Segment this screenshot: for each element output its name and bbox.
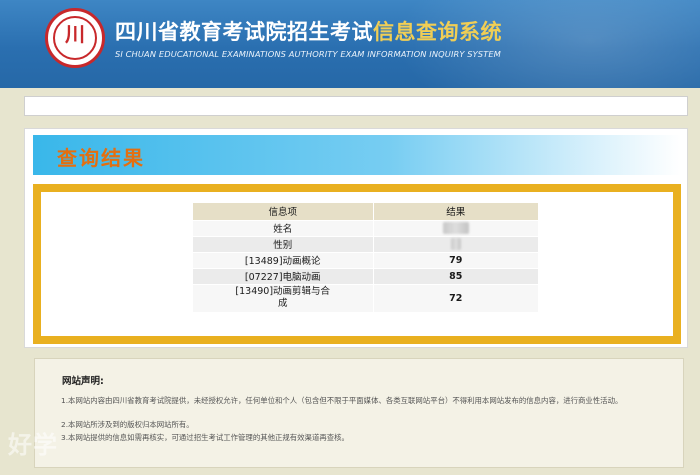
site-title: 四川省教育考试院招生考试信息查询系统: [115, 16, 502, 46]
row-item-course: [07227]电脑动画: [193, 268, 374, 285]
site-disclaimer: 网站声明: 1.本网站内容由四川省教育考试院提供，未经授权允许，任何单位和个人（…: [34, 358, 684, 468]
redacted-gender: [450, 238, 461, 250]
table-row: 性别: [193, 236, 539, 253]
logo-glyph: 川: [65, 22, 85, 46]
table-header-row: 信息项 结果: [193, 203, 539, 221]
site-title-main: 四川省教育考试院招生考试: [115, 20, 373, 44]
disclaimer-title: 网站声明:: [62, 376, 104, 387]
site-title-highlight: 信息查询系统: [373, 20, 502, 44]
table-row: [13490]动画剪辑与合成 72: [193, 284, 539, 313]
disclaimer-line-3: 3.本网站提供的信息如需再核实，可通过招生考试工作管理的其他正规有效渠道再查核。: [61, 433, 349, 442]
row-value-name: [373, 220, 539, 237]
result-title: 查询结果: [57, 146, 145, 170]
redacted-name: [442, 222, 469, 234]
watermark: 好学: [8, 431, 58, 459]
result-card: 查询结果 信息项 结果 姓名 性别 [13489]动画概论 79 [07227]…: [24, 128, 688, 348]
result-table: 信息项 结果 姓名 性别 [13489]动画概论 79 [07227]电脑动画 …: [193, 203, 539, 313]
table-row: [07227]电脑动画 85: [193, 268, 539, 285]
row-score: 79: [373, 252, 539, 269]
disclaimer-line-1: 1.本网站内容由四川省教育考试院提供，未经授权允许，任何单位和个人（包含但不限于…: [61, 396, 623, 405]
table-row: [13489]动画概论 79: [193, 252, 539, 269]
row-score: 72: [373, 284, 539, 313]
column-header-result: 结果: [373, 203, 539, 221]
result-card-header: 查询结果: [33, 135, 681, 175]
row-item-course-label: [13490]动画剪辑与合成: [235, 286, 331, 309]
row-item-gender: 性别: [193, 236, 374, 253]
table-row: 姓名: [193, 220, 539, 237]
result-frame: 信息项 结果 姓名 性别 [13489]动画概论 79 [07227]电脑动画 …: [33, 184, 681, 344]
disclaimer-line-2: 2.本网站所涉及到的版权归本网站所有。: [61, 420, 194, 429]
row-item-name: 姓名: [193, 220, 374, 237]
row-score: 85: [373, 268, 539, 285]
site-subtitle: SI CHUAN EDUCATIONAL EXAMINATIONS AUTHOR…: [115, 49, 501, 59]
row-item-course: [13489]动画概论: [193, 252, 374, 269]
row-value-gender: [373, 236, 539, 253]
column-header-item: 信息项: [193, 203, 374, 221]
row-item-course: [13490]动画剪辑与合成: [193, 284, 374, 313]
site-header: 川 四川省教育考试院招生考试信息查询系统 SI CHUAN EDUCATIONA…: [0, 0, 700, 88]
info-bar: [24, 96, 688, 116]
exam-authority-logo-icon: 川: [45, 8, 105, 68]
